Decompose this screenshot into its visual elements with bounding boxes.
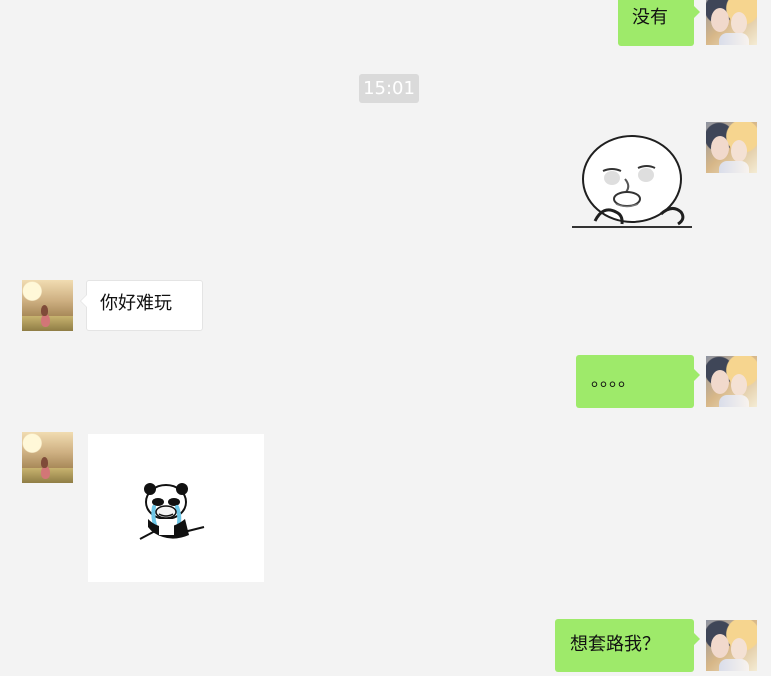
timestamp-chip: 15:01 bbox=[359, 74, 419, 103]
contact-avatar[interactable] bbox=[22, 432, 73, 483]
message-text: 。。。。 bbox=[591, 370, 636, 391]
outgoing-message-bubble[interactable]: 想套路我？ bbox=[555, 619, 700, 672]
message-text: 你好难玩 bbox=[100, 293, 172, 314]
crying-panda-sticker[interactable] bbox=[138, 478, 206, 546]
shocked-face-sticker[interactable] bbox=[572, 132, 692, 230]
message-text: 想套路我？ bbox=[570, 634, 660, 655]
image-message-card[interactable] bbox=[88, 434, 264, 582]
my-avatar[interactable] bbox=[706, 122, 757, 173]
my-avatar[interactable] bbox=[706, 620, 757, 671]
my-avatar[interactable] bbox=[706, 356, 757, 407]
outgoing-message-bubble[interactable]: 没有 bbox=[618, 0, 700, 46]
outgoing-message-bubble[interactable]: 。。。。 bbox=[576, 355, 700, 408]
my-avatar[interactable] bbox=[706, 0, 757, 45]
contact-avatar[interactable] bbox=[22, 280, 73, 331]
incoming-message-bubble[interactable]: 你好难玩 bbox=[80, 280, 203, 331]
message-text: 没有 bbox=[632, 7, 668, 28]
